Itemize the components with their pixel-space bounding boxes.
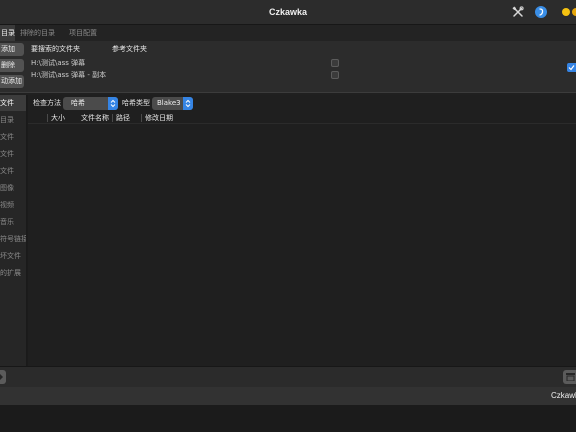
tab-directories[interactable]: 目录	[0, 25, 15, 41]
manual-add-button[interactable]: 动添加	[0, 75, 24, 88]
reference-checkbox[interactable]	[331, 71, 339, 79]
column-header-size[interactable]: 大小	[51, 112, 65, 124]
sidebar-item[interactable]: 坏文件	[0, 248, 26, 264]
sidebar-item[interactable]: 视频	[0, 197, 26, 213]
sidebar-item[interactable]: 目录	[0, 112, 26, 128]
column-divider[interactable]	[141, 114, 142, 122]
bottom-left-button[interactable]	[0, 370, 6, 384]
sidebar-item[interactable]: 的扩展	[0, 265, 26, 281]
tab-excluded-directories[interactable]: 排除的目录	[18, 25, 62, 41]
column-divider[interactable]	[112, 114, 113, 122]
column-header-search-folder[interactable]: 要搜索的文件夹	[31, 44, 80, 54]
tab-bar: 目录 排除的目录 项目配置	[0, 25, 576, 41]
column-header-file-name[interactable]: 文件名称	[81, 112, 109, 124]
side-option-checkbox[interactable]	[567, 63, 576, 72]
sidebar-item[interactable]: 文件	[0, 95, 26, 111]
about-icon[interactable]	[535, 6, 547, 18]
minimize-button[interactable]	[562, 8, 570, 16]
tool-sidebar: 文件 目录 文件 文件 文件 图像 视频 音乐 符号链接 坏文件 的扩展	[0, 95, 27, 366]
panel-toggle-button[interactable]	[563, 370, 576, 384]
column-header-reference-folder[interactable]: 参考文件夹	[112, 44, 147, 54]
bottom-action-bar	[0, 366, 576, 387]
status-bar: Czkawka	[0, 387, 576, 405]
status-text: Czkawka	[551, 391, 576, 400]
sidebar-item[interactable]: 文件	[0, 163, 26, 179]
tab-project-settings[interactable]: 项目配置	[67, 25, 101, 41]
check-method-value: 哈希	[71, 99, 85, 107]
tab-label: 项目配置	[69, 29, 97, 37]
folder-path[interactable]: H:\测试\ass 弹幕	[31, 58, 85, 68]
tab-label: 排除的目录	[20, 29, 55, 37]
hash-type-dropdown[interactable]: Blake3	[152, 97, 193, 110]
sidebar-item[interactable]: 图像	[0, 180, 26, 196]
remove-folder-button[interactable]: 删除	[0, 59, 24, 72]
hash-type-value: Blake3	[157, 99, 181, 107]
sidebar-item[interactable]: 符号链接	[0, 231, 26, 247]
results-area: 检查方法 哈希 哈希类型 Blake3 大小 文件名称 路径 修改日期	[28, 95, 576, 366]
column-header-modified-date[interactable]: 修改日期	[145, 112, 173, 124]
title-bar: Czkawka	[0, 0, 576, 25]
reference-checkbox[interactable]	[331, 59, 339, 67]
panel-icon	[566, 373, 575, 382]
results-table-header: 大小 文件名称 路径 修改日期	[28, 112, 576, 124]
hash-type-label: 哈希类型	[122, 99, 150, 107]
window-title: Czkawka	[268, 7, 308, 17]
check-method-dropdown[interactable]: 哈希	[63, 97, 118, 110]
column-divider[interactable]	[47, 114, 48, 122]
column-header-path[interactable]: 路径	[116, 112, 130, 124]
tools-icon[interactable]	[512, 6, 524, 18]
chevron-updown-icon	[108, 97, 118, 110]
sidebar-item[interactable]: 文件	[0, 129, 26, 145]
folder-path[interactable]: H:\测试\ass 弹幕 - 副本	[31, 70, 106, 80]
sidebar-item[interactable]: 文件	[0, 146, 26, 162]
maximize-button[interactable]	[572, 8, 576, 16]
check-method-label: 检查方法	[33, 99, 61, 107]
chevron-updown-icon	[183, 97, 193, 110]
tab-label: 目录	[1, 29, 15, 37]
folders-panel: 添加 删除 动添加 要搜索的文件夹 参考文件夹 H:\测试\ass 弹幕 H:\…	[0, 41, 576, 92]
sidebar-item[interactable]: 音乐	[0, 214, 26, 230]
arrow-icon	[0, 374, 4, 380]
add-folder-button[interactable]: 添加	[0, 43, 24, 56]
